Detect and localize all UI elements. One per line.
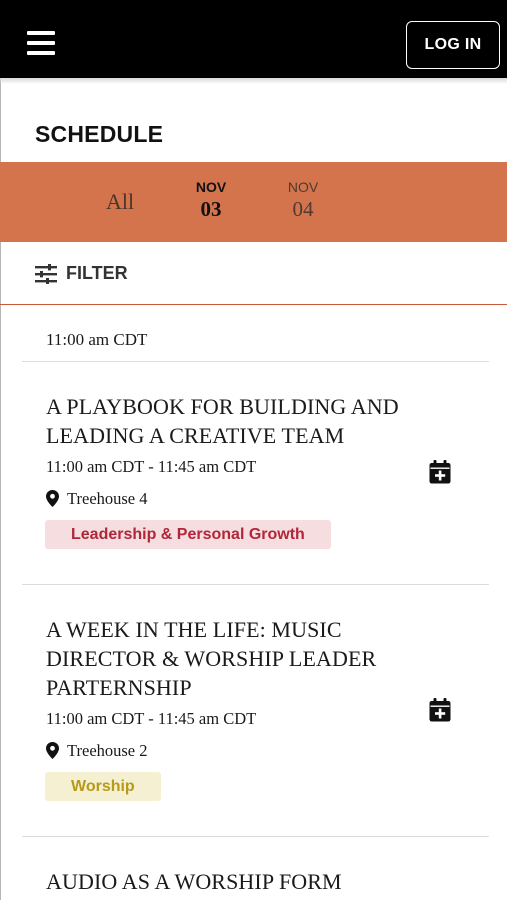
divider: [22, 584, 489, 585]
tab-all[interactable]: All: [90, 162, 150, 242]
login-button[interactable]: LOG IN: [406, 21, 500, 69]
add-to-calendar-icon[interactable]: [429, 698, 451, 722]
top-bar: LOG IN: [0, 0, 507, 78]
session-card[interactable]: AUDIO AS A WORSHIP FORM: [22, 867, 489, 900]
tab-day: 04: [292, 197, 314, 221]
session-card[interactable]: A PLAYBOOK FOR BUILDING AND LEADING A CR…: [22, 392, 489, 562]
tab-month: NOV: [287, 179, 319, 195]
category-tag[interactable]: Worship: [45, 772, 161, 801]
divider: [22, 361, 489, 362]
location-text: Treehouse 2: [67, 741, 148, 760]
session-card[interactable]: A WEEK IN THE LIFE: MUSIC DIRECTOR & WOR…: [22, 615, 489, 810]
location-pin-icon: [46, 742, 59, 759]
hamburger-menu-icon[interactable]: [27, 31, 55, 57]
session-title: A WEEK IN THE LIFE: MUSIC DIRECTOR & WOR…: [46, 617, 377, 700]
divider: [22, 836, 489, 837]
filter-label: FILTER: [66, 263, 128, 283]
location-text: Treehouse 4: [67, 489, 148, 508]
date-tabs: All NOV 03 NOV 04: [0, 162, 507, 242]
header-shadow: [0, 78, 507, 84]
time-group-header: 11:00 am CDT: [46, 330, 148, 349]
category-tag[interactable]: Leadership & Personal Growth: [45, 520, 331, 549]
location-pin-icon: [46, 490, 59, 507]
page-title: SCHEDULE: [35, 121, 164, 147]
tab-nov-04[interactable]: NOV 04: [273, 162, 333, 242]
add-to-calendar-icon[interactable]: [429, 460, 451, 484]
tab-nov-03[interactable]: NOV 03: [181, 162, 241, 242]
session-title: AUDIO AS A WORSHIP FORM: [46, 869, 342, 894]
session-time: 11:00 am CDT - 11:45 am CDT: [46, 709, 257, 728]
session-time: 11:00 am CDT - 11:45 am CDT: [46, 457, 257, 476]
tab-day: 03: [200, 197, 222, 221]
tab-month: NOV: [195, 179, 227, 195]
sliders-icon: [35, 264, 57, 284]
filter-divider: [0, 304, 507, 305]
tab-all-label: All: [105, 189, 135, 214]
session-title: A PLAYBOOK FOR BUILDING AND LEADING A CR…: [46, 394, 399, 448]
